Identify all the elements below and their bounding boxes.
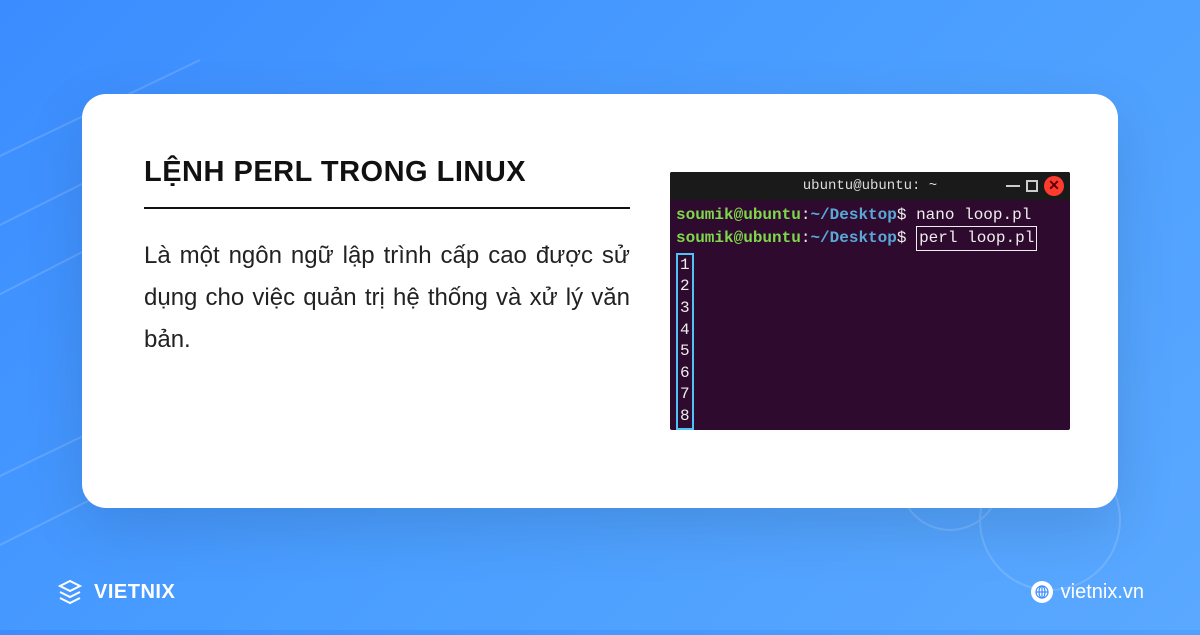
page-title: LỆNH PERL TRONG LINUX	[144, 156, 630, 189]
maximize-icon[interactable]	[1026, 180, 1038, 192]
minimize-icon[interactable]	[1006, 185, 1020, 187]
footer: VIETNIX vietnix.vn	[0, 578, 1200, 606]
output-line: 3	[678, 298, 692, 320]
terminal-body: soumik@ubuntu:~/Desktop$ nano loop.pl so…	[670, 200, 1070, 430]
content-card: LỆNH PERL TRONG LINUX Là một ngôn ngữ lậ…	[82, 94, 1118, 508]
text-column: LỆNH PERL TRONG LINUX Là một ngôn ngữ lậ…	[82, 94, 670, 508]
brand: VIETNIX	[56, 578, 175, 606]
site-link[interactable]: vietnix.vn	[1031, 581, 1144, 604]
brand-logo-icon	[56, 578, 84, 606]
terminal-line: soumik@ubuntu:~/Desktop$ perl loop.pl	[676, 226, 1064, 250]
command-text: perl loop.pl	[916, 226, 1037, 250]
prompt-path: ~/Desktop	[810, 229, 896, 247]
prompt-path: ~/Desktop	[810, 206, 896, 224]
image-column: ubuntu@ubuntu: ~ ✕ soumik@ubuntu:~/Deskt…	[670, 94, 1118, 508]
output-line: 5	[678, 341, 692, 363]
close-icon[interactable]: ✕	[1044, 176, 1064, 196]
terminal-titlebar: ubuntu@ubuntu: ~ ✕	[670, 172, 1070, 200]
heading-divider	[144, 207, 630, 209]
output-line: 4	[678, 320, 692, 342]
output-line: 8	[678, 406, 692, 428]
brand-name: VIETNIX	[94, 581, 175, 604]
terminal-title: ubuntu@ubuntu: ~	[803, 178, 937, 194]
output-line: 7	[678, 384, 692, 406]
prompt-user: soumik@ubuntu	[676, 229, 801, 247]
output-line: 6	[678, 363, 692, 385]
site-url: vietnix.vn	[1061, 581, 1144, 604]
command-text: nano loop.pl	[916, 206, 1031, 224]
prompt-user: soumik@ubuntu	[676, 206, 801, 224]
description-text: Là một ngôn ngữ lập trình cấp cao được s…	[144, 235, 630, 361]
terminal-line: soumik@ubuntu:~/Desktop$ nano loop.pl	[676, 204, 1064, 226]
window-controls: ✕	[1006, 176, 1064, 196]
terminal-window: ubuntu@ubuntu: ~ ✕ soumik@ubuntu:~/Deskt…	[670, 172, 1070, 430]
output-line: 2	[678, 276, 692, 298]
terminal-output: 1 2 3 4 5 6 7 8	[676, 253, 694, 430]
output-line: 1	[678, 255, 692, 277]
globe-icon	[1031, 581, 1053, 603]
